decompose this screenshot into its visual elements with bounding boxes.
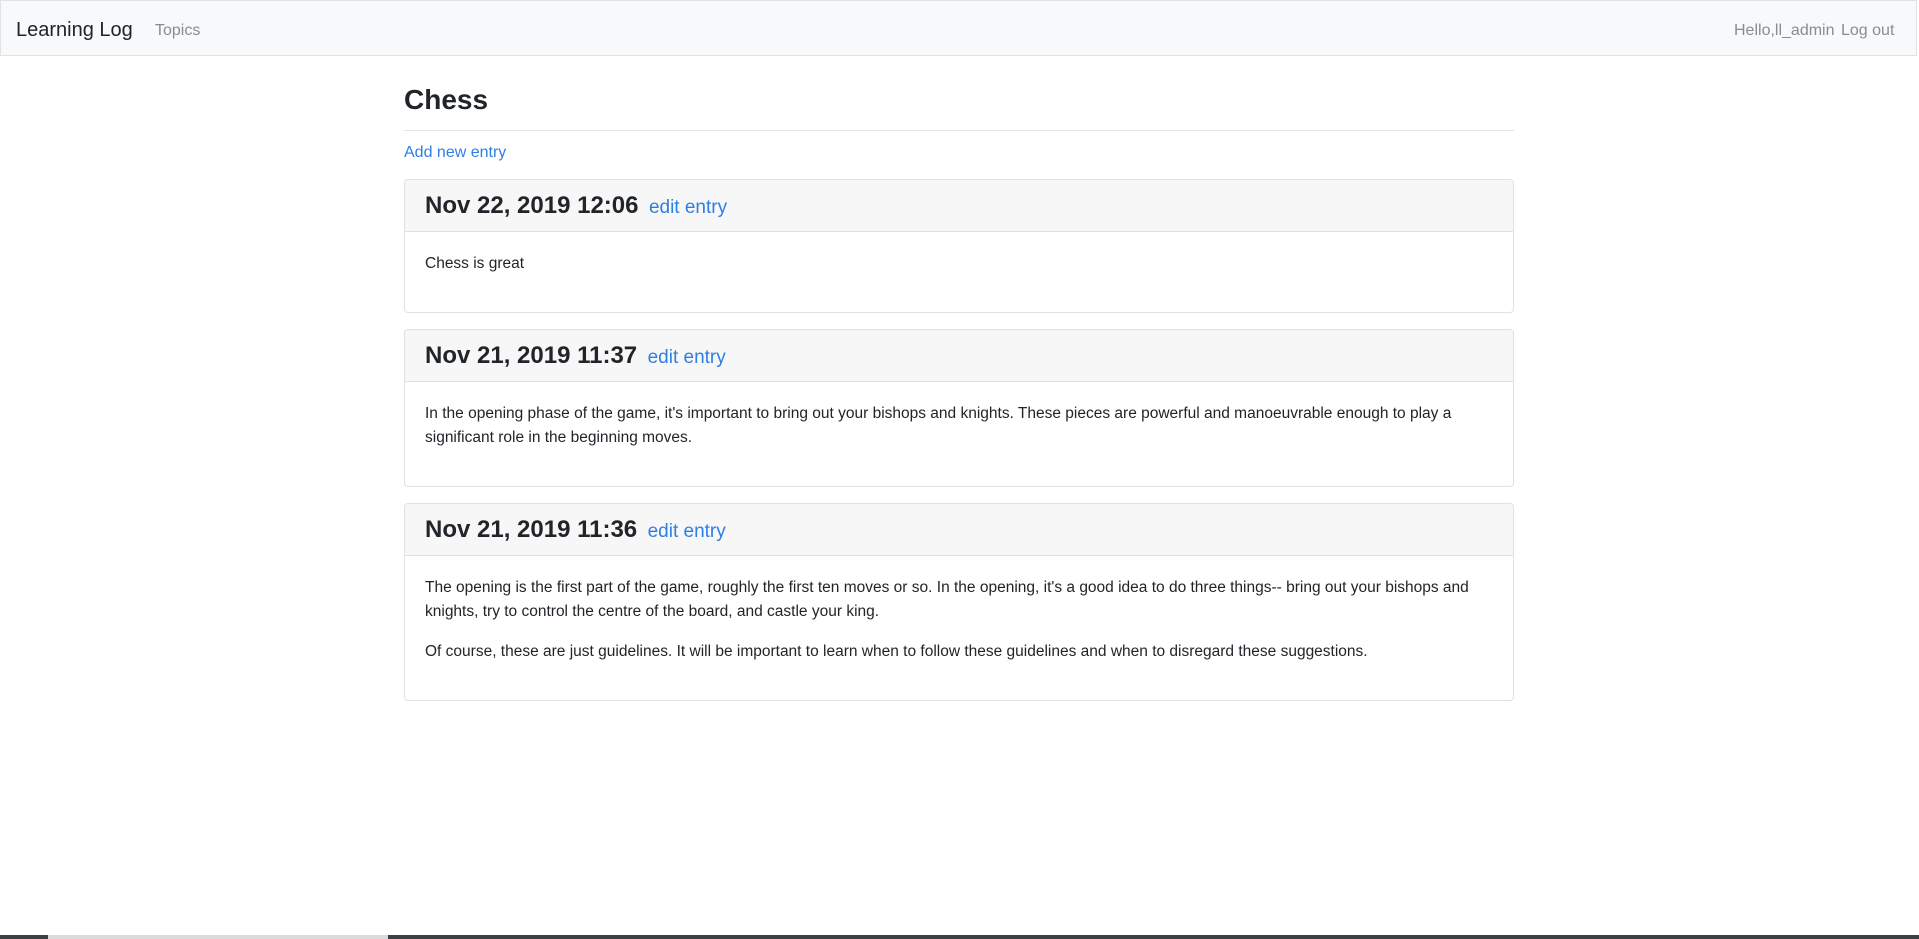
add-new-entry-link[interactable]: Add new entry bbox=[404, 143, 506, 163]
entry-body: In the opening phase of the game, it's i… bbox=[405, 382, 1513, 486]
edit-entry-link[interactable]: edit entry bbox=[648, 347, 726, 368]
entry-list: Nov 22, 2019 12:06 edit entry Chess is g… bbox=[404, 179, 1514, 701]
user-greeting: Hello,ll_admin bbox=[1734, 22, 1835, 39]
entry-card: Nov 21, 2019 11:36 edit entry The openin… bbox=[404, 503, 1514, 701]
nav-topics-link[interactable]: Topics bbox=[155, 21, 200, 41]
edit-entry-link[interactable]: edit entry bbox=[649, 197, 727, 218]
entry-card-header: Nov 22, 2019 12:06 edit entry bbox=[405, 180, 1513, 232]
page-title: Chess bbox=[404, 84, 489, 115]
entry-text: Of course, these are just guidelines. It… bbox=[425, 643, 1368, 660]
taskbar-segment bbox=[48, 935, 388, 939]
entry-card: Nov 22, 2019 12:06 edit entry Chess is g… bbox=[404, 179, 1514, 313]
entry-card-header: Nov 21, 2019 11:36 edit entry bbox=[405, 504, 1513, 556]
page-header: Chess bbox=[404, 84, 1514, 131]
entry-text: The opening is the first part of the gam… bbox=[425, 579, 1469, 620]
brand-link[interactable]: Learning Log bbox=[16, 18, 133, 42]
logout-link[interactable]: Log out bbox=[1841, 21, 1894, 41]
entry-date: Nov 21, 2019 11:36 bbox=[425, 516, 638, 543]
entry-body: Chess is great bbox=[405, 232, 1513, 312]
top-navbar: Learning Log Topics Hello,ll_admin Log o… bbox=[0, 0, 1917, 56]
entry-date: Nov 21, 2019 11:37 bbox=[425, 342, 638, 369]
entry-card-header: Nov 21, 2019 11:37 edit entry bbox=[405, 330, 1513, 382]
taskbar-strip bbox=[0, 935, 1919, 939]
entry-card: Nov 21, 2019 11:37 edit entry In the ope… bbox=[404, 329, 1514, 487]
main-content: Chess Add new entry Nov 22, 2019 12:06 e… bbox=[404, 56, 1514, 701]
entry-date: Nov 22, 2019 12:06 bbox=[425, 192, 639, 219]
edit-entry-link[interactable]: edit entry bbox=[648, 521, 726, 542]
entry-body: The opening is the first part of the gam… bbox=[405, 556, 1513, 700]
entry-text: In the opening phase of the game, it's i… bbox=[425, 405, 1452, 446]
entry-text: Chess is great bbox=[425, 255, 525, 272]
